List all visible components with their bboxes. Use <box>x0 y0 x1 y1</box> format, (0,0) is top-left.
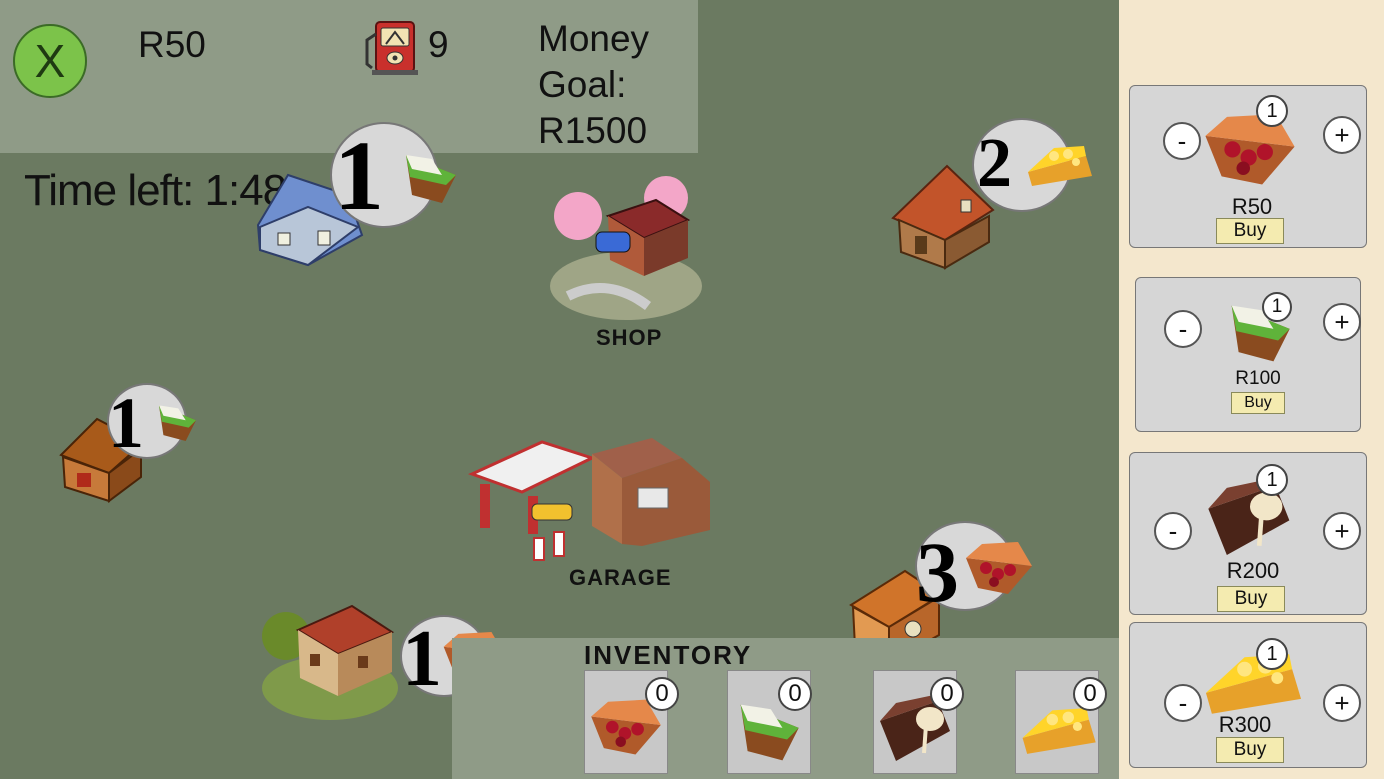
inventory-count-chocolate: 0 <box>930 677 964 711</box>
goal-line-2: Goal: <box>538 64 627 105</box>
shop-price-chocolate: R200 <box>1226 558 1280 583</box>
shop-label: SHOP <box>596 325 663 350</box>
minus-button[interactable]: - <box>1164 684 1202 722</box>
shop-qty-key-lime: 1 <box>1262 292 1292 322</box>
plus-button[interactable]: + <box>1323 116 1361 154</box>
plus-button[interactable]: + <box>1323 512 1361 550</box>
shop-qty-cherry: 1 <box>1256 95 1288 127</box>
order-qty-3: 1 <box>108 383 144 463</box>
shop-price-cherry: R50 <box>1231 194 1273 219</box>
money-goal: Money Goal: R1500 <box>538 16 688 154</box>
close-label: X <box>34 35 66 87</box>
key-lime-pie-icon <box>158 405 197 442</box>
buy-button-key-lime[interactable]: Buy <box>1231 392 1285 414</box>
close-button[interactable]: X <box>13 24 87 98</box>
shop-qty-chocolate: 1 <box>1256 464 1288 496</box>
order-qty-5: 1 <box>402 615 442 703</box>
shop-price-key-lime: R100 <box>1235 368 1281 389</box>
cherry-pie-icon <box>966 542 1032 594</box>
fuel-count: 9 <box>428 24 449 65</box>
inventory-count-cherry: 0 <box>645 677 679 711</box>
order-qty-1: 1 <box>334 120 384 231</box>
money-display: R50 <box>138 24 206 65</box>
lemon-pie-icon <box>1028 146 1092 186</box>
shop-building[interactable] <box>548 176 704 322</box>
fuel-pump-icon <box>365 21 418 75</box>
shop-price-lemon: R300 <box>1218 712 1272 737</box>
lemon-pie-icon <box>1205 654 1302 714</box>
buy-button-cherry[interactable]: Buy <box>1216 218 1284 244</box>
minus-button[interactable]: - <box>1154 512 1192 550</box>
buy-button-lemon[interactable]: Buy <box>1216 737 1284 763</box>
order-qty-4: 3 <box>916 524 959 620</box>
shop-qty-lemon: 1 <box>1256 638 1288 670</box>
minus-button[interactable]: - <box>1164 310 1202 348</box>
house-manor[interactable] <box>258 596 400 722</box>
inventory-count-key-lime: 0 <box>778 677 812 711</box>
buy-button-chocolate[interactable]: Buy <box>1217 586 1285 612</box>
inventory-title: INVENTORY <box>584 640 753 670</box>
garage-building[interactable] <box>442 434 718 566</box>
goal-line-1: Money <box>538 18 650 59</box>
inventory-count-lemon: 0 <box>1073 677 1107 711</box>
garage-label: GARAGE <box>569 565 672 590</box>
plus-button[interactable]: + <box>1323 303 1361 341</box>
key-lime-pie-icon <box>406 155 456 203</box>
goal-line-3: R1500 <box>538 110 648 151</box>
time-left: Time left: 1:48 <box>24 166 287 215</box>
minus-button[interactable]: - <box>1163 122 1201 160</box>
order-qty-2: 2 <box>977 125 1012 202</box>
plus-button[interactable]: + <box>1323 684 1361 722</box>
